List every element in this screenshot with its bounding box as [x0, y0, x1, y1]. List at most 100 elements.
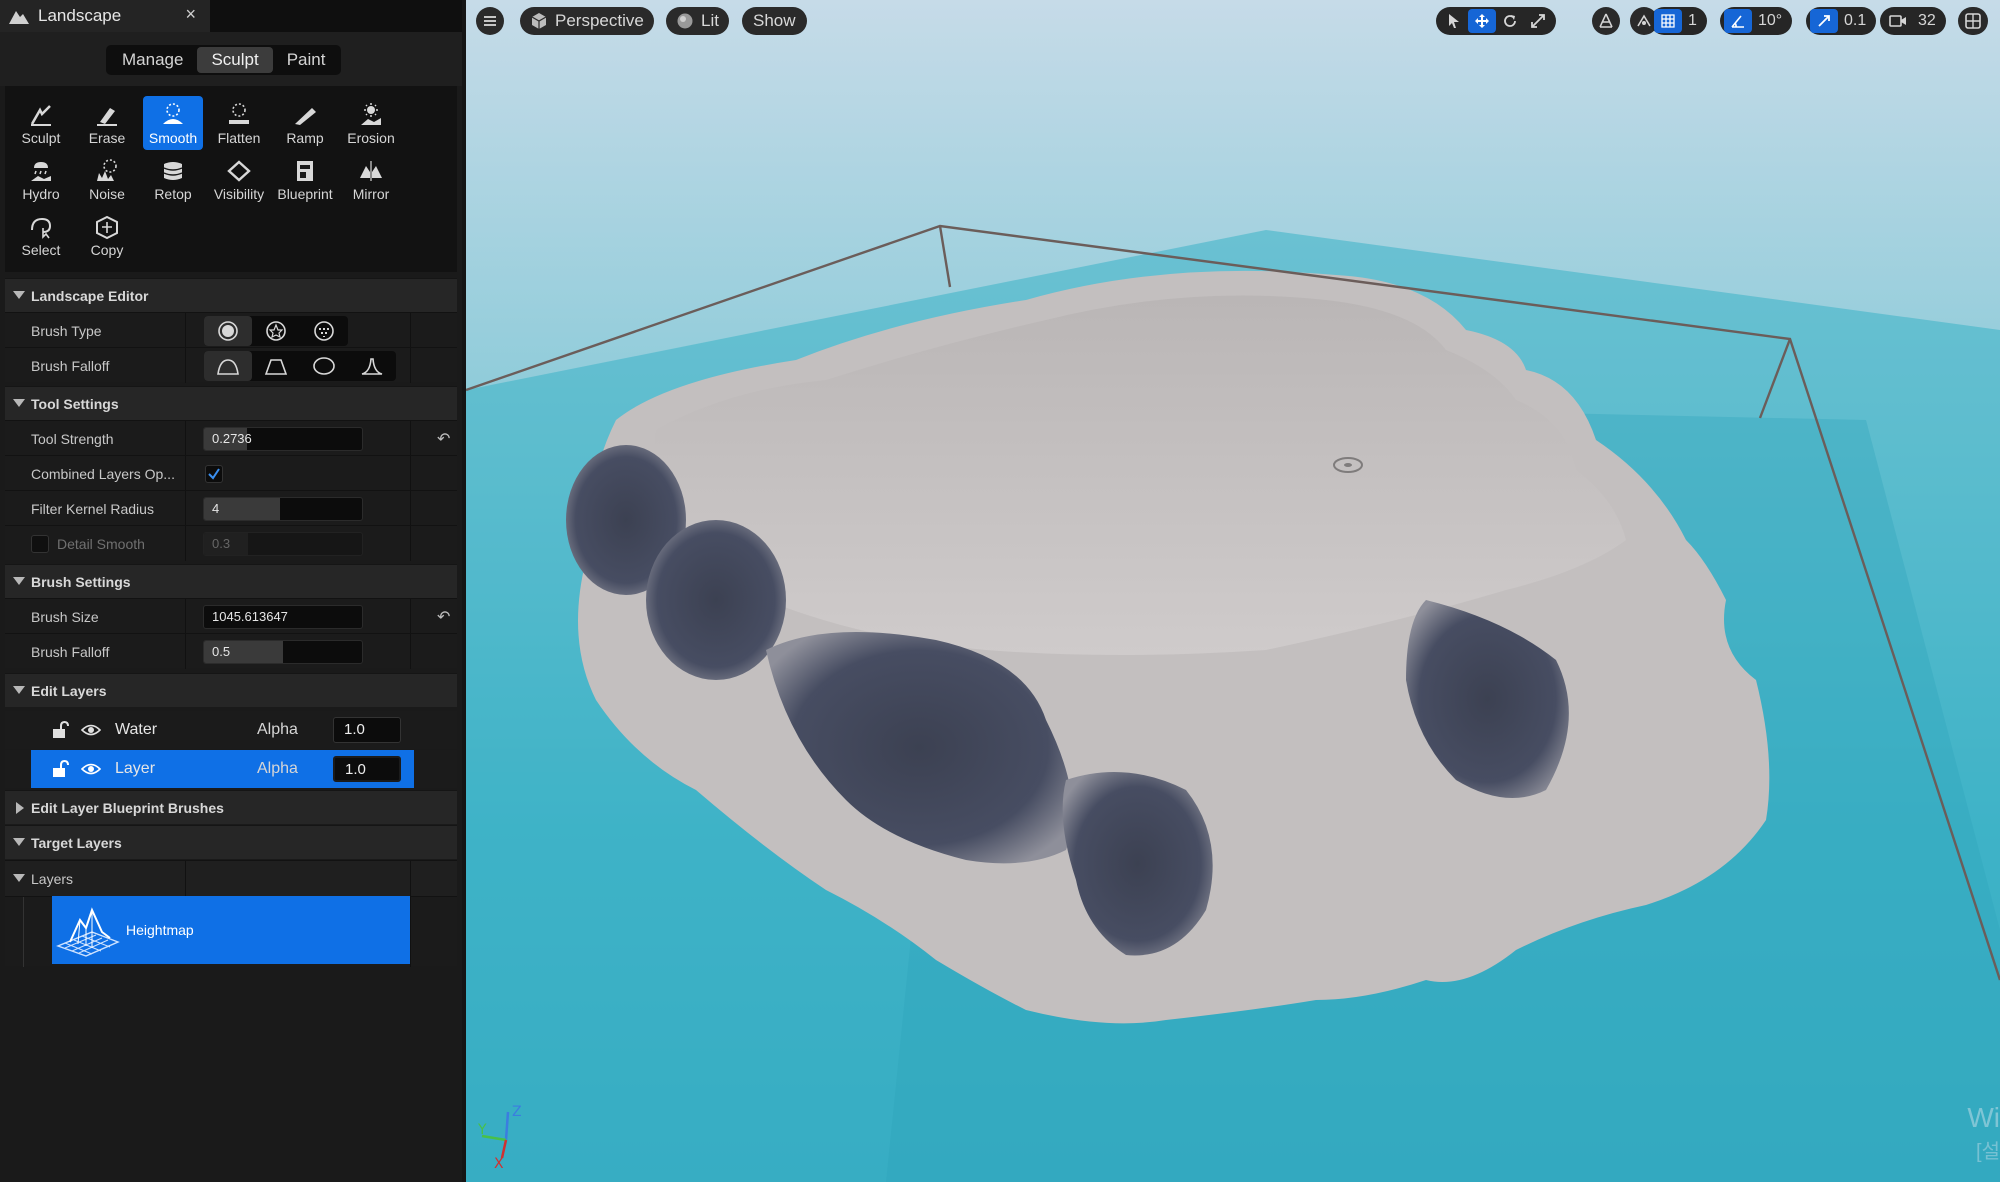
water-alpha-input[interactable]: 1.0 — [333, 717, 401, 743]
tool-blueprint[interactable]: Blueprint — [275, 152, 335, 206]
tool-flatten[interactable]: Flatten — [209, 96, 269, 150]
layer-alpha-input[interactable]: 1.0 — [333, 756, 401, 782]
tool-smooth[interactable]: Smooth — [143, 96, 203, 150]
brush-type-selector — [204, 316, 348, 346]
unlock-icon[interactable] — [51, 721, 69, 739]
tool-mirror[interactable]: Mirror — [341, 152, 401, 206]
falloff-smooth[interactable] — [204, 351, 252, 381]
detail-smooth-input[interactable]: 0.3 — [203, 532, 363, 556]
viewport-layout-button[interactable] — [1958, 7, 1988, 35]
checker-brush-icon — [314, 321, 334, 341]
brush-type-circle[interactable] — [204, 316, 252, 346]
scale-mode-button[interactable] — [1524, 9, 1552, 33]
grid-icon — [1661, 14, 1675, 28]
eye-icon[interactable] — [81, 760, 101, 778]
eye-icon[interactable] — [81, 721, 101, 739]
lit-sphere-icon — [677, 13, 693, 29]
circle-brush-icon — [218, 321, 238, 341]
grid-snap-toggle[interactable] — [1654, 9, 1682, 33]
translate-mode-button[interactable] — [1468, 9, 1496, 33]
brush-size-input[interactable]: 1045.613647 — [203, 605, 363, 629]
tool-strength-input[interactable]: 0.2736 — [203, 427, 363, 451]
falloff-linear[interactable] — [252, 351, 300, 381]
detail-smooth-checkbox[interactable] — [31, 535, 49, 553]
transform-tools-group — [1436, 7, 1556, 35]
collapse-arrow-icon — [13, 399, 25, 407]
mode-sculpt[interactable]: Sculpt — [197, 47, 273, 73]
rotate-mode-button[interactable] — [1496, 9, 1524, 33]
scale-snap-toggle[interactable] — [1810, 9, 1838, 33]
rotation-snap-toggle[interactable] — [1724, 9, 1752, 33]
tool-copy[interactable]: Copy — [77, 208, 137, 262]
row-brush-type: Brush Type — [5, 312, 457, 348]
show-flags-button[interactable]: Show — [742, 7, 807, 35]
viewport-menu-button[interactable] — [476, 7, 504, 35]
row-filter-kernel-radius: Filter Kernel Radius 4 — [5, 490, 457, 526]
camera-speed-value[interactable]: 32 — [1912, 12, 1942, 30]
falloff-tip[interactable] — [348, 351, 396, 381]
tool-visibility[interactable]: Visibility — [209, 152, 269, 206]
close-tab-icon[interactable]: × — [185, 4, 196, 25]
tool-erosion[interactable]: Erosion — [341, 96, 401, 150]
pattern-brush-icon — [266, 321, 286, 341]
tool-sculpt[interactable]: Sculpt — [11, 96, 71, 150]
edit-layer-row-layer[interactable]: Layer Alpha 1.0 — [5, 750, 457, 788]
section-landscape-editor[interactable]: Landscape Editor — [5, 278, 457, 312]
perspective-button[interactable]: Perspective — [520, 7, 654, 35]
unlock-icon[interactable] — [51, 760, 69, 778]
filter-kernel-radius-input[interactable]: 4 — [203, 497, 363, 521]
layout-grid-icon — [1965, 13, 1981, 29]
row-combined-layers: Combined Layers Op... — [5, 455, 457, 491]
tool-retop[interactable]: Retop — [143, 152, 203, 206]
section-brush-settings[interactable]: Brush Settings — [5, 564, 457, 598]
globe-icon — [1599, 13, 1613, 28]
smooth-icon — [163, 103, 183, 124]
activation-watermark: Wi — [1967, 1102, 2000, 1133]
section-tool-settings[interactable]: Tool Settings — [5, 386, 457, 420]
brush-type-pattern[interactable] — [300, 316, 348, 346]
camera-speed-group: 32 — [1880, 7, 1946, 35]
scale-snap-value[interactable]: 0.1 — [1838, 12, 1872, 30]
grid-snap-value[interactable]: 1 — [1682, 12, 1703, 30]
tool-ramp[interactable]: Ramp — [275, 96, 335, 150]
combined-layers-checkbox[interactable] — [205, 465, 223, 483]
row-brush-falloff-type: Brush Falloff — [5, 347, 457, 383]
erosion-icon — [361, 103, 381, 125]
brush-falloff-input[interactable]: 0.5 — [203, 640, 363, 664]
mode-manage[interactable]: Manage — [108, 47, 197, 73]
section-target-layers[interactable]: Target Layers — [5, 825, 457, 859]
tab-landscape[interactable]: Landscape × — [0, 0, 210, 32]
falloff-spherical[interactable] — [300, 351, 348, 381]
reset-brush-size-icon[interactable]: ↶ — [437, 607, 450, 627]
edit-layer-row-water[interactable]: Water Alpha 1.0 — [5, 711, 457, 749]
world-local-toggle[interactable] — [1592, 7, 1620, 35]
camera-speed-button[interactable] — [1884, 9, 1912, 33]
sculpt-tool-palette: Sculpt Erase Smooth Flatten Ramp Erosion… — [5, 86, 457, 272]
section-edit-layer-blueprint-brushes[interactable]: Edit Layer Blueprint Brushes — [5, 790, 457, 824]
layers-subheader[interactable]: Layers — [5, 860, 457, 896]
rotation-snap-value[interactable]: 10° — [1752, 12, 1788, 30]
reset-tool-strength-icon[interactable]: ↶ — [437, 429, 450, 449]
visibility-icon — [227, 160, 251, 182]
target-layer-heightmap[interactable]: Heightmap — [52, 896, 410, 964]
scale-snap-icon — [1818, 15, 1830, 27]
view-mode-lit-button[interactable]: Lit — [666, 7, 729, 35]
tool-erase[interactable]: Erase — [77, 96, 137, 150]
tool-hydro[interactable]: Hydro — [11, 152, 71, 206]
rotate-icon — [1504, 15, 1516, 27]
select-mode-button[interactable] — [1440, 9, 1468, 33]
tool-noise[interactable]: Noise — [77, 152, 137, 206]
tool-select[interactable]: Select — [11, 208, 71, 262]
expand-arrow-icon — [16, 802, 24, 814]
svg-text:Y: Y — [477, 1122, 487, 1138]
tip-falloff-icon — [361, 358, 383, 375]
grid-snap-group: 1 — [1650, 7, 1707, 35]
svg-text:X: X — [494, 1156, 504, 1170]
section-edit-layers[interactable]: Edit Layers — [5, 673, 457, 707]
angle-icon — [1731, 15, 1744, 28]
level-viewport[interactable]: Perspective Lit Show 1 10° 0.1 32 Z Y X … — [466, 0, 2000, 1182]
mode-paint[interactable]: Paint — [273, 47, 340, 73]
landscape-mode-icon — [9, 11, 29, 24]
brush-type-alpha[interactable] — [252, 316, 300, 346]
flatten-icon — [229, 103, 249, 124]
